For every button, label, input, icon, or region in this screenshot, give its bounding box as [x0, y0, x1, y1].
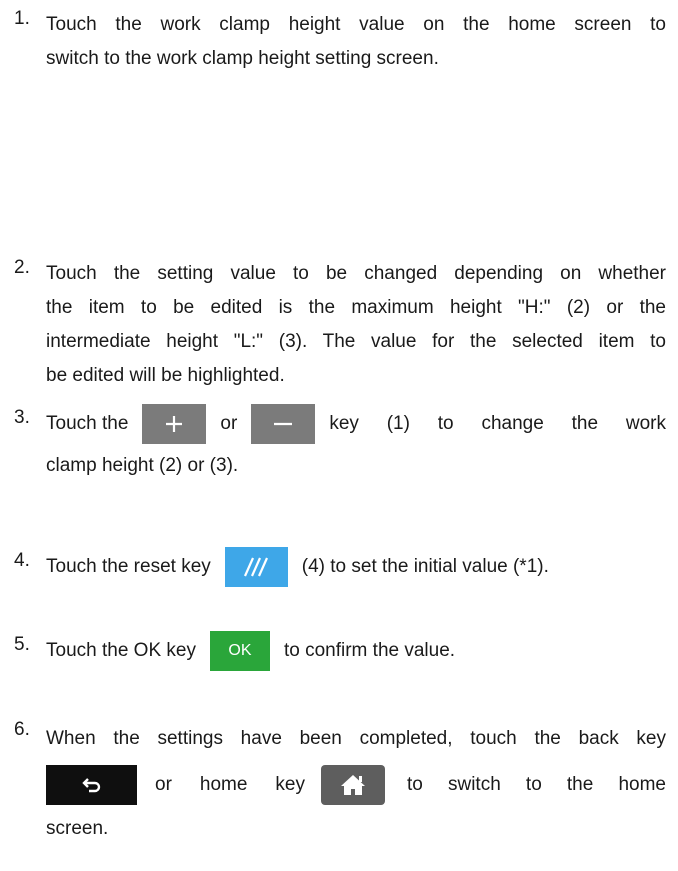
step-text: Touch the setting value to be changed de… [46, 263, 666, 284]
step-number: 6. [14, 719, 30, 740]
minus-key [251, 404, 316, 444]
back-arrow-icon [81, 778, 100, 793]
step-3: 3. Touch the or key (1) to change the wo… [14, 402, 666, 486]
step-number: 1. [14, 8, 30, 29]
minus-icon [274, 422, 293, 426]
reset-icon [244, 557, 269, 577]
step-4: 4. Touch the reset key (4) to set the in… [14, 545, 666, 589]
step-5: 5. Touch the OK key OK to confirm the va… [14, 629, 666, 673]
step-6: 6. When the settings have been completed… [14, 719, 666, 849]
home-key [321, 765, 385, 805]
step-text: Touch the OK key [46, 640, 196, 661]
step-text: screen. [46, 818, 109, 839]
step-text: to confirm the value. [283, 640, 456, 661]
back-key [46, 765, 137, 805]
step-number: 5. [14, 634, 30, 655]
step-text: Touch the [46, 413, 129, 434]
ok-key: OK [209, 631, 270, 671]
step-text: be edited will be highlighted. [46, 365, 285, 386]
step-text: clamp height (2) or (3). [46, 455, 239, 476]
step-text: Touch the reset key [46, 556, 211, 577]
step-line: or home key to switch to the home [46, 761, 666, 809]
step-text: key (1) to change the work [329, 413, 666, 434]
step-text: (4) to set the initial value (*1). [301, 556, 549, 577]
plus-icon [166, 416, 183, 432]
step-text: When the settings have been completed, t… [46, 728, 666, 749]
ok-key-label: OK [228, 642, 252, 659]
step-number: 2. [14, 257, 30, 278]
step-number: 3. [14, 407, 30, 428]
step-text: the item to be edited is the maximum hei… [46, 297, 666, 318]
step-text: or [220, 413, 238, 434]
step-text: switch to the work clamp height setting … [46, 48, 439, 69]
step-line: Touch the or key (1) to change the work [46, 402, 666, 446]
reset-key [224, 547, 288, 587]
step-text: intermediate height "L:" (3). The value … [46, 331, 666, 352]
step-text: or home key [155, 774, 305, 795]
plus-key [142, 404, 207, 444]
step-text: Touch the work clamp height value on the… [46, 14, 666, 35]
home-icon [341, 775, 365, 795]
step-1: 1. Touch the work clamp height value on … [14, 8, 666, 76]
step-2: 2. Touch the setting value to be changed… [14, 257, 666, 393]
step-text: to switch to the home [407, 774, 666, 795]
step-number: 4. [14, 550, 30, 571]
